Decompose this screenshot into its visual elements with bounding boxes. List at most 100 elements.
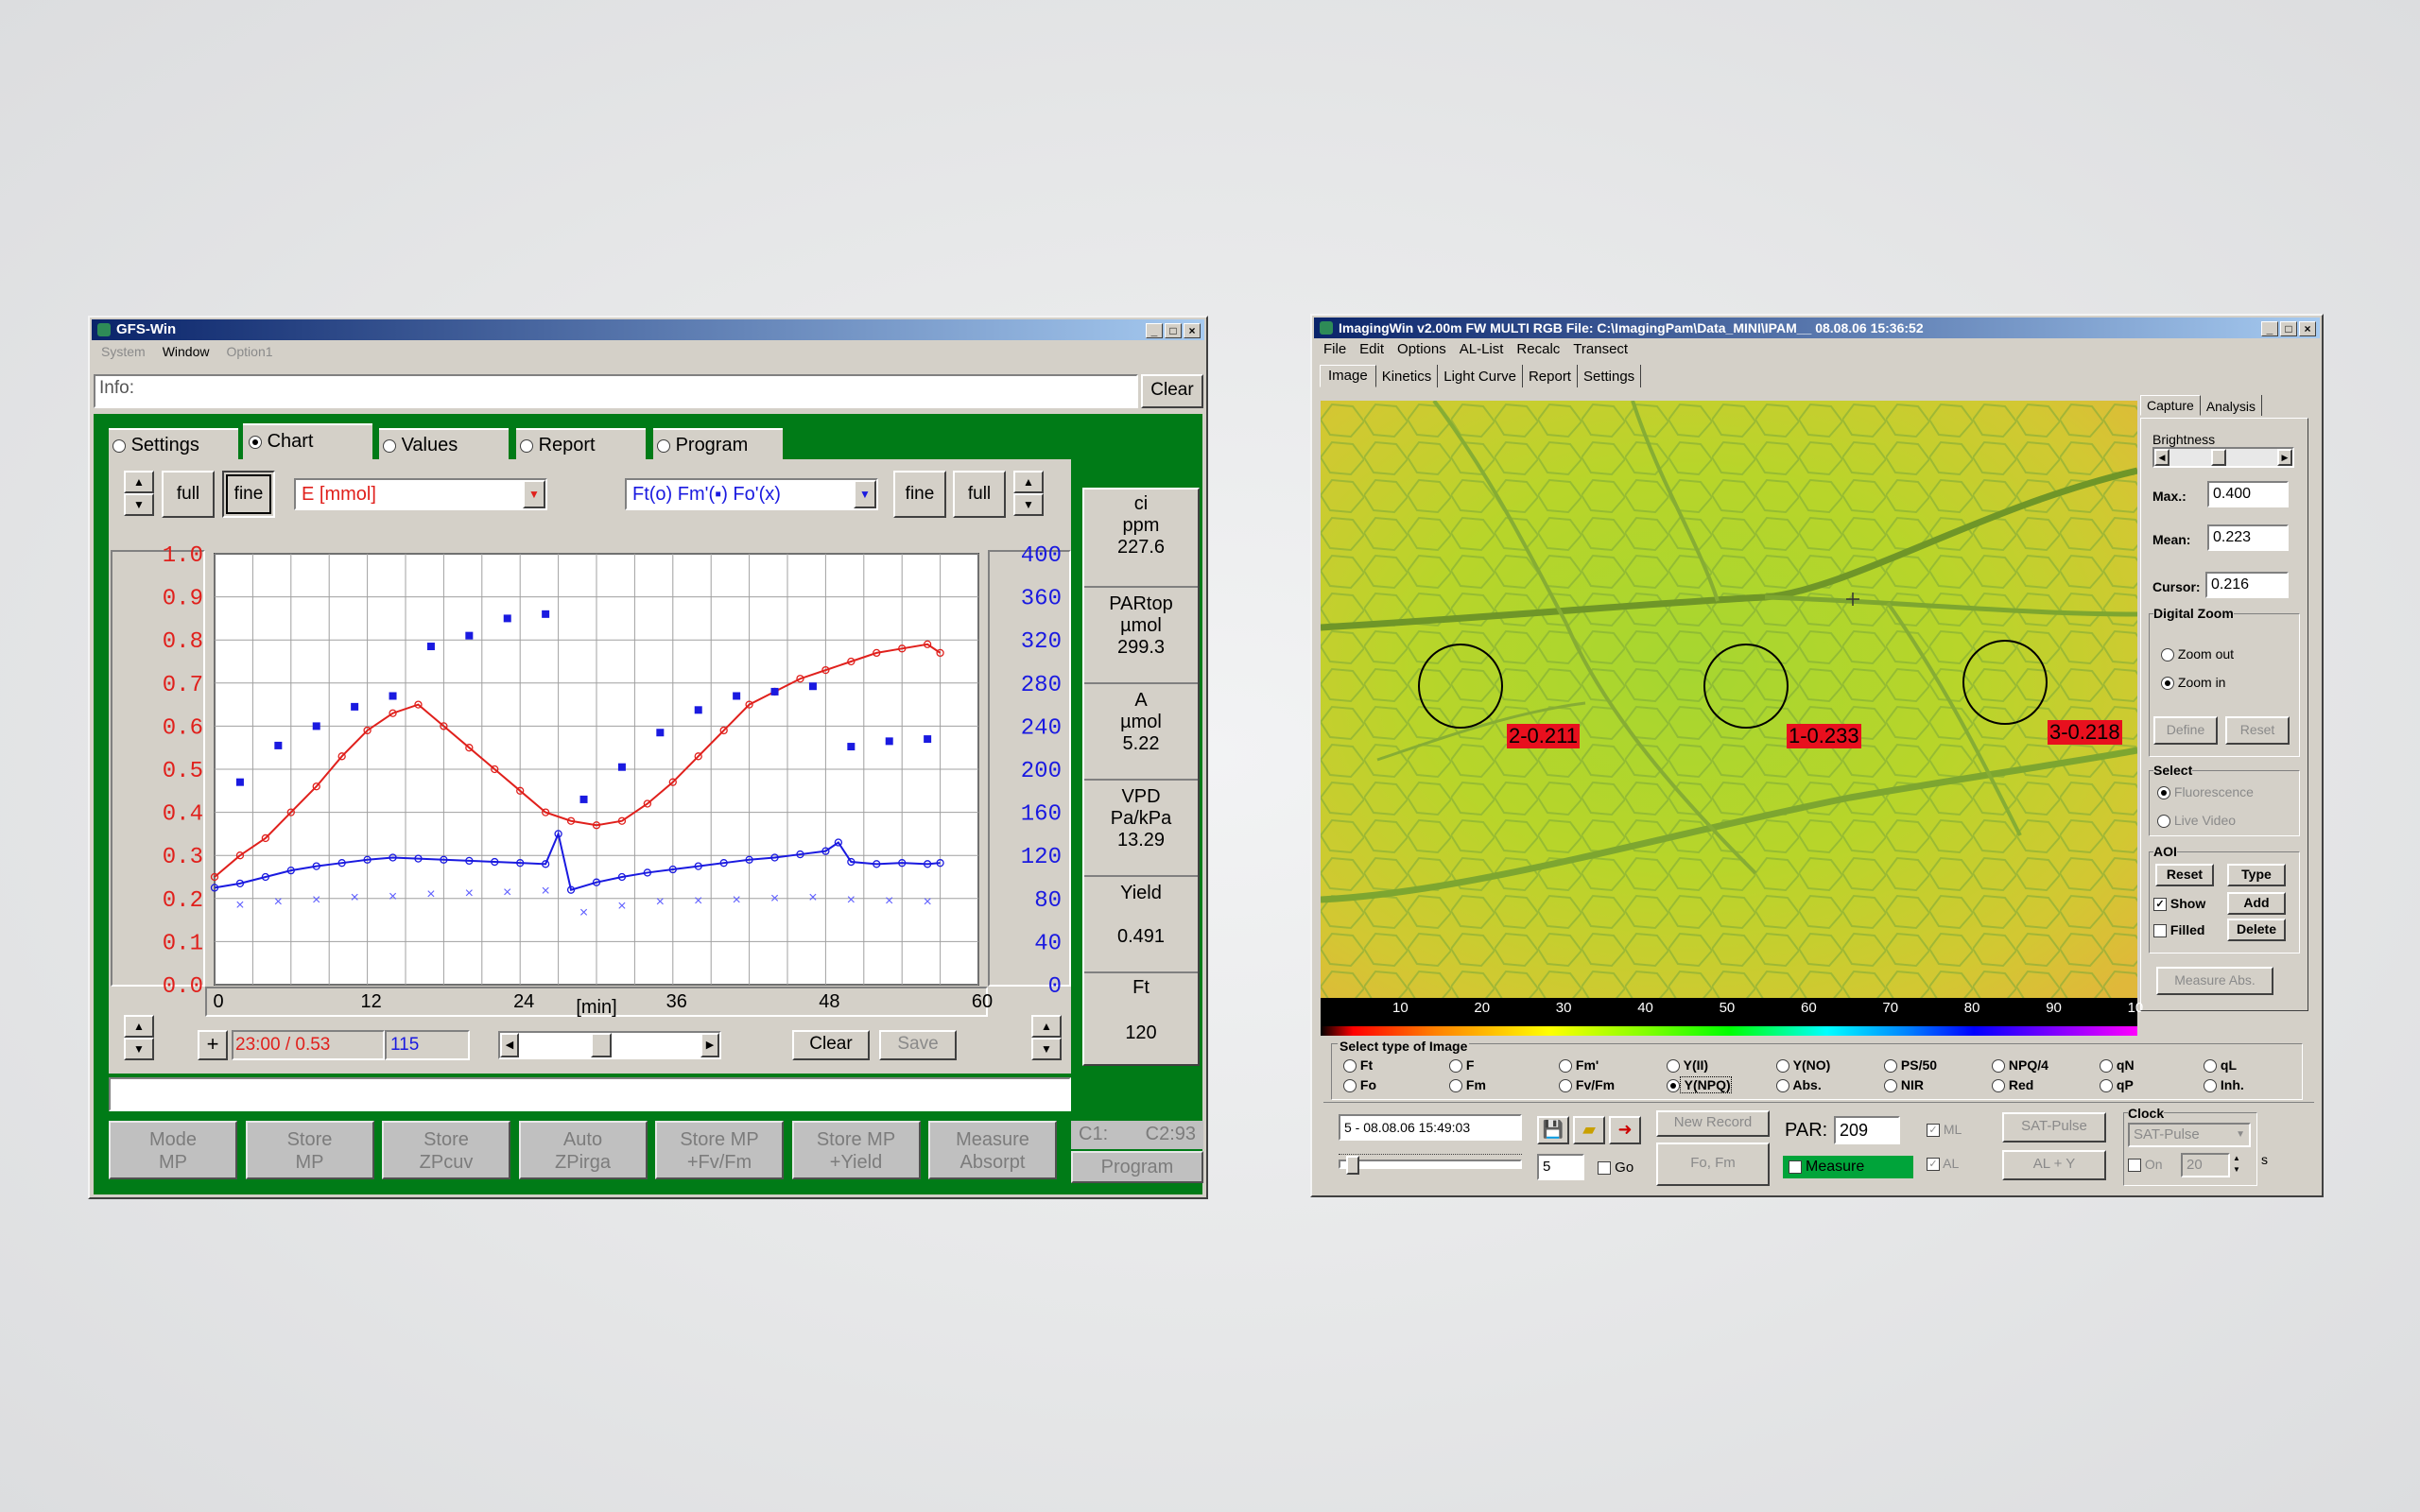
menu-edit[interactable]: Edit xyxy=(1359,340,1384,359)
program-button[interactable]: Program xyxy=(1071,1151,1203,1183)
mean-input[interactable]: 0.223 xyxy=(2207,524,2289,551)
aoi-type-button[interactable]: Type xyxy=(2227,864,2286,886)
scroll-left-icon[interactable]: ◀ xyxy=(2154,449,2169,466)
image-type-option[interactable]: Abs. xyxy=(1776,1077,1822,1093)
maximize-button[interactable]: □ xyxy=(2280,321,2297,336)
tab-light-curve[interactable]: Light Curve xyxy=(1438,365,1523,387)
image-type-option[interactable]: Y(NO) xyxy=(1776,1057,1830,1074)
x-scale-down[interactable]: ▼ xyxy=(124,1038,154,1060)
record-number-input[interactable]: 5 xyxy=(1537,1154,1584,1180)
tab-report[interactable]: Report xyxy=(516,428,646,460)
record-select[interactable]: 5 - 08.08.06 15:49:03 xyxy=(1339,1114,1522,1141)
scroll-thumb[interactable] xyxy=(591,1033,612,1057)
bottom-button-6[interactable]: Store MP +Yield xyxy=(791,1121,921,1179)
aoi-add-button[interactable]: Add xyxy=(2227,892,2286,915)
brightness-thumb[interactable] xyxy=(2211,449,2226,466)
clock-interval-input[interactable]: 20 xyxy=(2181,1153,2230,1177)
aoi-reset-button[interactable]: Reset xyxy=(2155,864,2214,886)
image-type-option[interactable]: Fo xyxy=(1343,1077,1376,1093)
clock-select[interactable]: SAT-Pulse ▼ xyxy=(2128,1123,2251,1147)
x-scale-down-right[interactable]: ▼ xyxy=(1031,1038,1062,1060)
close-button[interactable]: × xyxy=(2299,321,2316,336)
tab-image[interactable]: Image xyxy=(1320,365,1376,387)
maximize-button[interactable]: □ xyxy=(1165,323,1182,338)
fluorescence-option[interactable]: Fluorescence xyxy=(2157,784,2254,800)
image-type-option[interactable]: Fv/Fm xyxy=(1559,1077,1615,1093)
x-scale-up[interactable]: ▲ xyxy=(124,1015,154,1038)
image-type-option[interactable]: Y(II) xyxy=(1667,1057,1708,1074)
bottom-button-2[interactable]: Store MP xyxy=(245,1121,374,1179)
measure-toggle[interactable]: Measure xyxy=(1783,1156,1913,1178)
filled-checkbox[interactable]: Filled xyxy=(2153,922,2204,938)
image-type-option[interactable]: qL xyxy=(2204,1057,2237,1074)
export-icon[interactable]: ➜ xyxy=(1609,1116,1641,1144)
image-type-option[interactable]: Y(NPQ) xyxy=(1667,1076,1732,1093)
bottom-button-1[interactable]: Mode MP xyxy=(109,1121,237,1179)
chart-clear-button[interactable]: Clear xyxy=(792,1030,870,1060)
image-type-option[interactable]: Fm xyxy=(1449,1077,1486,1093)
gfs-titlebar[interactable]: GFS-Win _ □ × xyxy=(92,319,1204,340)
minimize-button[interactable]: _ xyxy=(1146,323,1163,338)
bottom-button-5[interactable]: Store MP +Fv/Fm xyxy=(655,1121,784,1179)
tab-chart[interactable]: Chart xyxy=(243,423,372,463)
scroll-right-icon[interactable]: ▶ xyxy=(2277,449,2292,466)
image-type-option[interactable]: Ft xyxy=(1343,1057,1373,1074)
image-type-option[interactable]: NIR xyxy=(1884,1077,1924,1093)
live-video-option[interactable]: Live Video xyxy=(2157,813,2236,829)
al-y-button[interactable]: AL + Y xyxy=(2002,1150,2106,1180)
zoom-in-option[interactable]: Zoom in xyxy=(2161,675,2225,691)
measure-abs-button[interactable]: Measure Abs. xyxy=(2156,967,2273,995)
menu-option1[interactable]: Option1 xyxy=(226,342,272,361)
chart-save-button[interactable]: Save xyxy=(879,1030,957,1060)
image-type-option[interactable]: Inh. xyxy=(2204,1077,2244,1093)
define-button[interactable]: Define xyxy=(2153,716,2218,745)
menu-transect[interactable]: Transect xyxy=(1573,340,1628,359)
bottom-button-3[interactable]: Store ZPcuv xyxy=(382,1121,510,1179)
tab-capture[interactable]: Capture xyxy=(2140,395,2201,416)
chart-plot[interactable]: 1.00.90.80.70.60.50.40.30.20.10.04003603… xyxy=(109,459,1071,1026)
tab-kinetics[interactable]: Kinetics xyxy=(1376,365,1439,387)
aoi-delete-button[interactable]: Delete xyxy=(2227,919,2286,941)
tab-settings[interactable]: Settings xyxy=(109,428,238,460)
image-type-option[interactable]: PS/50 xyxy=(1884,1057,1937,1074)
tab-analysis[interactable]: Analysis xyxy=(2201,395,2262,416)
menu-file[interactable]: File xyxy=(1323,340,1346,359)
menu-window[interactable]: Window xyxy=(163,342,210,361)
tab-program[interactable]: Program xyxy=(653,428,783,460)
go-checkbox[interactable]: Go xyxy=(1598,1160,1634,1176)
info-clear-button[interactable]: Clear xyxy=(1141,374,1203,408)
menu-al-list[interactable]: AL-List xyxy=(1460,340,1504,359)
scroll-right-icon[interactable]: ▶ xyxy=(700,1033,719,1057)
leaf-image[interactable] xyxy=(1321,401,2137,998)
x-scale-up-right[interactable]: ▲ xyxy=(1031,1015,1062,1038)
cursor-input[interactable]: 0.216 xyxy=(2205,572,2289,598)
close-button[interactable]: × xyxy=(1184,323,1201,338)
image-type-option[interactable]: qP xyxy=(2100,1077,2134,1093)
menu-system[interactable]: System xyxy=(101,342,146,361)
menu-options[interactable]: Options xyxy=(1397,340,1446,359)
scroll-left-icon[interactable]: ◀ xyxy=(500,1033,519,1057)
image-type-option[interactable]: qN xyxy=(2100,1057,2135,1074)
ml-checkbox[interactable]: ✓ ML xyxy=(1927,1122,1962,1138)
image-type-option[interactable]: Fm' xyxy=(1559,1057,1599,1074)
save-icon[interactable]: 💾 xyxy=(1537,1116,1569,1144)
open-folder-icon[interactable]: ▰ xyxy=(1573,1116,1605,1144)
cursor-plus-button[interactable]: + xyxy=(198,1030,228,1060)
fo-fm-button[interactable]: Fo, Fm xyxy=(1656,1143,1770,1186)
brightness-slider[interactable]: ◀ ▶ xyxy=(2152,447,2294,468)
zoom-reset-button[interactable]: Reset xyxy=(2225,716,2290,745)
par-input[interactable]: 209 xyxy=(1834,1116,1900,1144)
image-type-option[interactable]: Red xyxy=(1992,1077,2033,1093)
image-type-option[interactable]: F xyxy=(1449,1057,1474,1074)
new-record-button[interactable]: New Record xyxy=(1656,1110,1770,1137)
time-scrollbar[interactable]: ◀ ▶ xyxy=(498,1031,721,1059)
clock-on-checkbox[interactable]: On xyxy=(2128,1157,2163,1173)
tab-settings[interactable]: Settings xyxy=(1578,365,1642,387)
zoom-out-option[interactable]: Zoom out xyxy=(2161,646,2234,662)
show-checkbox[interactable]: ✓ Show xyxy=(2153,896,2205,912)
al-checkbox[interactable]: ✓ AL xyxy=(1927,1156,1959,1172)
info-field[interactable]: Info: xyxy=(94,374,1138,408)
menu-recalc[interactable]: Recalc xyxy=(1516,340,1560,359)
image-type-option[interactable]: NPQ/4 xyxy=(1992,1057,2048,1074)
tab-values[interactable]: Values xyxy=(379,428,509,460)
